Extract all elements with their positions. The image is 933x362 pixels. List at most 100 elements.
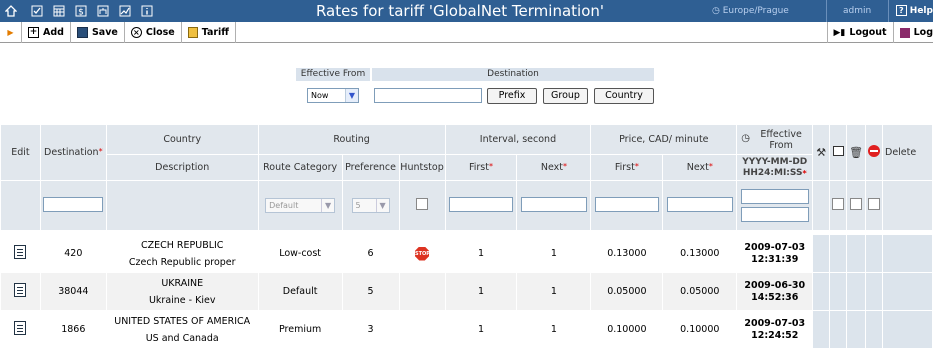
new-route-category-cell: Default ▼	[257, 180, 343, 231]
new-option-checkbox-2[interactable]	[850, 198, 863, 210]
trash-icon[interactable]: 🗑	[846, 124, 867, 181]
empty-cell	[846, 234, 867, 273]
new-destination-input[interactable]	[43, 196, 104, 212]
help-icon: ?	[896, 5, 907, 16]
tariff-icon	[187, 26, 198, 38]
destination-input[interactable]	[374, 88, 482, 103]
empty-cell	[846, 272, 867, 311]
effective-from-select[interactable]: Now ▼	[307, 88, 359, 103]
country-button[interactable]: Country	[594, 88, 654, 104]
svg-text:$: $	[78, 8, 84, 18]
rates-table: Edit Destination* Country Routing Interv…	[0, 124, 933, 349]
effective-from-header: ◷ Effective From	[736, 124, 814, 155]
new-huntstop-checkbox[interactable]	[416, 198, 429, 210]
interval-first-cell: 1	[444, 272, 518, 311]
chevron-down-icon: ▼	[321, 199, 334, 212]
price-first-cell: 0.13000	[590, 234, 664, 273]
play-icon[interactable]: ▶	[0, 21, 22, 43]
new-option-checkbox-3[interactable]	[868, 198, 881, 210]
close-button[interactable]: × Close	[125, 21, 182, 43]
interval-next-header: Next*	[516, 154, 592, 181]
edit-icon[interactable]	[14, 321, 27, 335]
price-first-header: First*	[590, 154, 664, 181]
new-effective-date-input[interactable]	[740, 189, 809, 204]
subheader-row: Description Route Category Preference Hu…	[1, 154, 933, 181]
log-button[interactable]: Log	[892, 22, 933, 43]
checklist-icon[interactable]	[26, 0, 48, 22]
prefix-button[interactable]: Prefix	[487, 88, 537, 104]
empty-cell	[865, 234, 883, 273]
price-header: Price, CAD/ minute	[590, 124, 738, 155]
country-cell: CZECH REPUBLIC Czech Republic proper	[105, 234, 259, 273]
add-label: Add	[43, 26, 64, 38]
new-route-category-select[interactable]: Default ▼	[265, 198, 336, 213]
tariff-button[interactable]: Tariff	[182, 21, 237, 43]
rate-chart-icon[interactable]	[829, 124, 848, 181]
clock-icon: ◷	[741, 132, 750, 144]
new-price-next-cell	[662, 180, 738, 231]
destination-label: Destination	[372, 68, 654, 81]
edit-icon[interactable]	[14, 245, 27, 259]
help-label: Help	[909, 6, 933, 16]
huntstop-cell	[398, 272, 446, 311]
country-name: UNITED STATES OF AMERICA	[114, 315, 251, 327]
empty-cell	[812, 310, 831, 349]
new-price-first-input[interactable]	[594, 196, 659, 212]
destination-cell: 38044	[39, 272, 107, 311]
logout-button[interactable]: ▶▮ Logout	[826, 22, 893, 43]
preference-cell: 6	[341, 234, 400, 273]
new-option-checkbox-1[interactable]	[832, 198, 845, 210]
home-icon[interactable]	[0, 0, 22, 22]
empty-cell	[812, 272, 831, 311]
interval-first-cell: 1	[444, 234, 518, 273]
new-interval-next-input[interactable]	[520, 196, 587, 212]
wand-icon[interactable]: ⚒	[812, 124, 831, 181]
network-icon[interactable]	[92, 0, 114, 22]
new-price-next-input[interactable]	[666, 196, 733, 212]
delete-header: Delete	[882, 124, 933, 181]
new-preference-cell: 5 ▼	[341, 180, 400, 231]
empty-cell	[812, 180, 831, 231]
preference-cell: 5	[341, 272, 400, 311]
country-cell: UNITED STATES OF AMERICA US and Canada	[105, 310, 259, 349]
new-interval-first-input[interactable]	[448, 196, 513, 212]
timezone-link[interactable]: ◷ Europe/Prague	[712, 0, 789, 22]
info-icon[interactable]	[136, 0, 158, 22]
empty-cell	[882, 234, 933, 273]
top-bar: $ Rates for tariff 'GlobalNet Terminatio…	[0, 0, 933, 22]
empty-cell	[0, 180, 41, 231]
chart-icon[interactable]	[114, 0, 136, 22]
add-button[interactable]: + Add	[22, 21, 71, 43]
toolbar: ▶ + Add Save × Close Tariff ▶▮ Logout Log	[0, 21, 933, 43]
empty-cell	[846, 310, 867, 349]
edit-header: Edit	[0, 124, 41, 181]
empty-cell	[865, 272, 883, 311]
interval-first-cell: 1	[444, 310, 518, 349]
route-category-cell: Premium	[257, 310, 343, 349]
table-row: 38044 UKRAINE Ukraine - Kiev Default 5 1 …	[0, 272, 933, 311]
chevron-down-icon: ▼	[345, 89, 358, 102]
empty-cell	[812, 234, 831, 273]
date-format-header: YYYY-MM-DD HH24:MI:SS*	[736, 154, 814, 181]
route-category-cell: Default	[257, 272, 343, 311]
new-price-first-cell	[590, 180, 664, 231]
new-effective-time-input[interactable]	[740, 207, 809, 222]
interval-header: Interval, second	[444, 124, 592, 155]
interval-first-header: First*	[444, 154, 518, 181]
edit-icon[interactable]	[14, 283, 27, 297]
new-preference-select[interactable]: 5 ▼	[351, 198, 390, 213]
dollar-icon[interactable]: $	[70, 0, 92, 22]
help-link[interactable]: ? Help	[896, 0, 933, 22]
group-button[interactable]: Group	[543, 88, 588, 104]
forbid-icon[interactable]	[865, 124, 883, 181]
grid-icon[interactable]	[48, 0, 70, 22]
price-next-cell: 0.10000	[662, 310, 738, 349]
chevron-down-icon: ▼	[375, 199, 389, 212]
routing-header: Routing	[257, 124, 446, 155]
save-button[interactable]: Save	[71, 21, 125, 43]
country-cell: UKRAINE Ukraine - Kiev	[105, 272, 259, 311]
country-name: CZECH REPUBLIC	[140, 239, 224, 251]
user-link[interactable]: admin	[843, 0, 871, 22]
logout-label: Logout	[849, 27, 887, 38]
edit-cell	[0, 234, 41, 273]
